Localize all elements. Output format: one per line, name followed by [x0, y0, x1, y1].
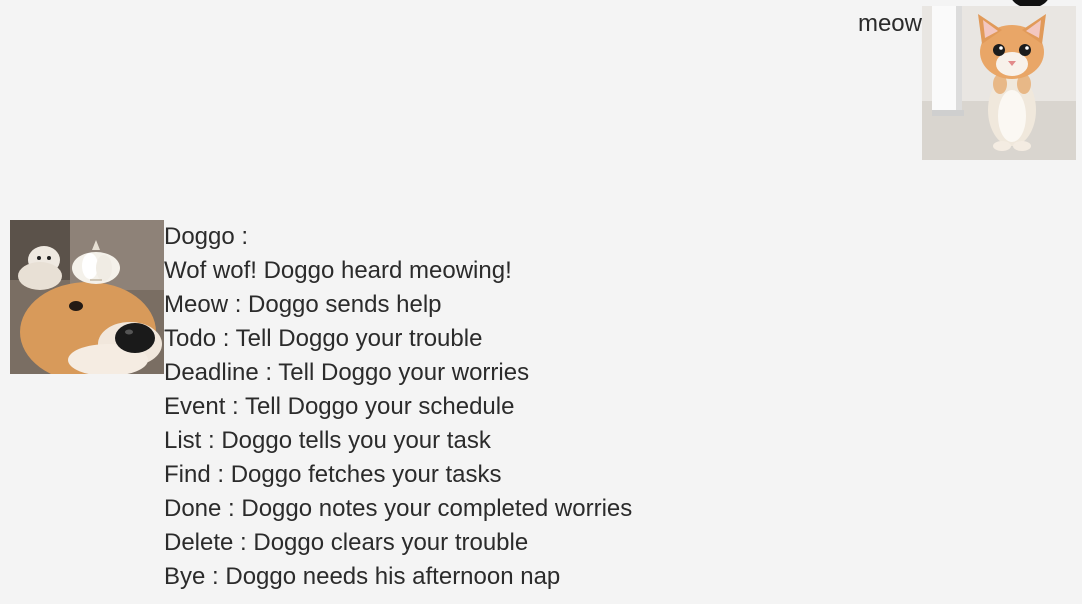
chat-window: meow Doggo: Wof wof! Doggo heard meowin…	[0, 0, 1082, 604]
command-help-done: Done : Doggo notes your completed worrie…	[164, 495, 633, 522]
bot-greeting: Wof wof! Doggo heard meowing!	[164, 257, 512, 284]
command-help-list: List : Doggo tells you your task	[164, 427, 491, 454]
command-help-event: Event : Tell Doggo your schedule	[164, 393, 515, 420]
cat-avatar	[922, 6, 1076, 160]
command-help-todo: Todo : Tell Doggo your trouble	[164, 325, 483, 352]
dog-avatar-icon	[10, 220, 164, 374]
dog-avatar	[10, 220, 164, 374]
user-message: meow	[858, 6, 1076, 160]
bot-message: Doggo : Wof wof! Doggo heard meowing! Me…	[10, 220, 632, 594]
command-help-deadline: Deadline : Tell Doggo your worries	[164, 359, 530, 386]
user-message-text: meow	[857, 10, 922, 37]
command-help-bye: Bye : Doggo needs his afternoon nap	[164, 563, 561, 590]
bot-message-text: Doggo : Wof wof! Doggo heard meowing! Me…	[164, 220, 632, 594]
command-help-meow: Meow : Doggo sends help	[164, 291, 442, 318]
command-help-delete: Delete : Doggo clears your trouble	[164, 529, 529, 556]
command-help-find: Find : Doggo fetches your tasks	[164, 461, 502, 488]
cat-avatar-icon	[922, 6, 1076, 160]
bot-sender-label: Doggo :	[164, 223, 249, 250]
